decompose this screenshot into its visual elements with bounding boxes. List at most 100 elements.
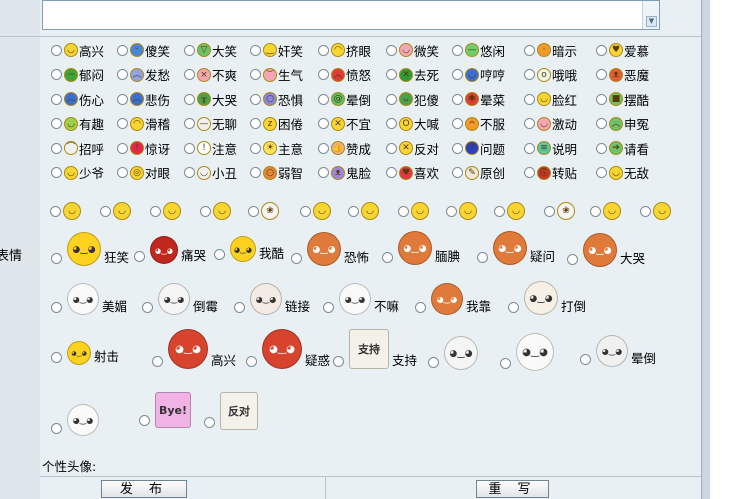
- emoticon-option-info[interactable]: ≡ 说明: [524, 138, 577, 158]
- emoticon-radio[interactable]: [386, 44, 397, 56]
- emoticon-radio[interactable]: [596, 93, 607, 105]
- emoji-radio[interactable]: [398, 205, 409, 217]
- emoticon-option-complain[interactable]: ︿ 申冤: [596, 114, 649, 134]
- big-emoticon-radio[interactable]: [51, 423, 62, 434]
- big-emoticon-radio[interactable]: [204, 417, 215, 428]
- emoticon-option-invincible[interactable]: ◡ 无敌: [596, 163, 649, 183]
- emoticon-radio[interactable]: [250, 93, 261, 105]
- big-emoticon-radio[interactable]: [428, 357, 439, 368]
- emoji-option[interactable]: ◡: [590, 201, 621, 221]
- emoticon-radio[interactable]: [596, 167, 607, 178]
- emoticon-option-gloomy[interactable]: ~ 郁闷: [51, 65, 104, 85]
- emoticon-option-oppose[interactable]: ✕ 反对: [386, 138, 439, 158]
- emoji-radio[interactable]: [494, 205, 505, 217]
- emoticon-option-cross-eyed[interactable]: ◎ 对眼: [117, 163, 170, 183]
- emoticon-radio[interactable]: [386, 69, 397, 80]
- emoticon-radio[interactable]: [318, 142, 329, 154]
- big-emoticon-radio[interactable]: [152, 356, 163, 367]
- big-emoticon-option[interactable]: ◕‿◕: [428, 336, 481, 370]
- emoticon-option-adore[interactable]: ♥ 爱慕: [596, 40, 649, 60]
- big-emoticon-radio[interactable]: [567, 254, 578, 265]
- emoticon-option-shout[interactable]: O 大喊: [386, 114, 439, 134]
- emoji-option[interactable]: ◡: [640, 201, 671, 221]
- emoticon-option-forbidden[interactable]: ✕ 不宜: [318, 114, 371, 134]
- big-emoticon-radio[interactable]: [508, 302, 519, 313]
- emoticon-radio[interactable]: [452, 93, 463, 105]
- emoticon-radio[interactable]: [117, 69, 128, 80]
- emoticon-radio[interactable]: [184, 44, 195, 56]
- emoticon-option-sleepy[interactable]: z 困倦: [250, 114, 303, 134]
- big-emoticon-option[interactable]: ◕‿◕ 大哭: [567, 233, 645, 267]
- emoticon-radio[interactable]: [596, 69, 607, 80]
- publish-button[interactable]: 发 布: [101, 480, 187, 498]
- emoticon-radio[interactable]: [318, 69, 329, 80]
- emoticon-option-cry[interactable]: ╥ 大哭: [184, 89, 237, 109]
- emoji-radio[interactable]: [446, 205, 457, 217]
- emoticon-option-wink[interactable]: ◠ 挤眼: [318, 40, 371, 60]
- emoji-option[interactable]: ◡: [398, 201, 429, 221]
- textarea-scrollbar[interactable]: ▼: [642, 1, 659, 29]
- emoji-option[interactable]: ◡: [200, 201, 231, 221]
- emoticon-radio[interactable]: [117, 167, 128, 178]
- emoji-radio[interactable]: [348, 205, 359, 217]
- big-emoticon-option[interactable]: ◕‿◕ 痛哭: [134, 236, 206, 264]
- big-emoticon-radio[interactable]: [142, 302, 153, 313]
- emoticon-radio[interactable]: [184, 142, 195, 154]
- big-emoticon-option[interactable]: ◕‿◕ 链接: [234, 283, 310, 315]
- big-emoticon-option[interactable]: ◕‿◕ 打倒: [508, 281, 586, 315]
- big-emoticon-option[interactable]: 反对: [204, 392, 261, 430]
- emoticon-radio[interactable]: [596, 142, 607, 154]
- emoticon-option-upset[interactable]: × 不爽: [184, 65, 237, 85]
- emoticon-option-faint[interactable]: @ 晕倒: [318, 89, 371, 109]
- big-emoticon-radio[interactable]: [139, 415, 150, 426]
- emoticon-option-clown[interactable]: ◡ 小丑: [184, 163, 237, 183]
- emoticon-option-fear[interactable]: ○ 恐惧: [250, 89, 303, 109]
- emoticon-option-arrow[interactable]: ➔ 请看: [596, 138, 649, 158]
- emoji-radio[interactable]: [150, 205, 161, 217]
- emoticon-radio[interactable]: [250, 167, 261, 178]
- emoticon-option-slight-smile[interactable]: ◡ 微笑: [386, 40, 439, 60]
- emoji-option[interactable]: ◡: [300, 201, 331, 221]
- emoji-option[interactable]: ❀: [248, 201, 279, 221]
- emoticon-option-defiant[interactable]: ᴖ 不服: [452, 114, 505, 134]
- emoticon-radio[interactable]: [250, 69, 261, 80]
- emoji-option[interactable]: ◡: [100, 201, 131, 221]
- big-emoticon-radio[interactable]: [415, 302, 426, 313]
- emoticon-option-relaxed[interactable]: — 悠闲: [452, 40, 505, 60]
- emoticon-radio[interactable]: [250, 44, 261, 56]
- emoticon-radio[interactable]: [524, 118, 535, 129]
- emoticon-radio[interactable]: [452, 44, 463, 56]
- big-emoticon-radio[interactable]: [580, 354, 591, 365]
- emoji-option[interactable]: ◡: [150, 201, 181, 221]
- emoticon-option-cool[interactable]: ■ 摆酷: [596, 89, 649, 109]
- emoticon-option-funny[interactable]: ◡ 有趣: [51, 114, 104, 134]
- scroll-down-icon[interactable]: ▼: [646, 16, 657, 27]
- emoticon-radio[interactable]: [318, 44, 329, 56]
- emoticon-radio[interactable]: [386, 93, 397, 105]
- emoticon-radio[interactable]: [117, 142, 128, 154]
- big-emoticon-option[interactable]: ◕‿◕ 恐怖: [291, 232, 369, 266]
- emoticon-radio[interactable]: [524, 69, 535, 80]
- emoticon-option-silly-face[interactable]: ○ 弱智: [250, 163, 303, 183]
- big-emoticon-option[interactable]: ◕‿◕ 狂笑: [51, 232, 129, 266]
- emoticon-radio[interactable]: [184, 93, 195, 105]
- emoticon-radio[interactable]: [596, 44, 607, 56]
- emoticon-radio[interactable]: [318, 118, 329, 129]
- emoticon-option-devil[interactable]: ᴥ 恶魔: [596, 65, 649, 85]
- emoji-radio[interactable]: [300, 205, 311, 217]
- emoticon-radio[interactable]: [250, 118, 261, 129]
- big-emoticon-radio[interactable]: [246, 356, 257, 367]
- big-emoticon-option[interactable]: ◕‿◕ 晕倒: [580, 335, 656, 367]
- big-emoticon-radio[interactable]: [291, 253, 302, 264]
- big-emoticon-radio[interactable]: [500, 358, 511, 369]
- emoticon-option-blush[interactable]: ◡ 脸红: [524, 89, 577, 109]
- emoticon-radio[interactable]: [386, 142, 397, 154]
- big-emoticon-option[interactable]: ◕‿◕ 腼腆: [382, 231, 460, 265]
- emoticon-radio[interactable]: [452, 118, 463, 129]
- emoticon-option-humph[interactable]: ◡ 哼哼: [452, 65, 505, 85]
- big-emoticon-option[interactable]: ◕‿◕ 疑问: [477, 231, 555, 265]
- emoticon-radio[interactable]: [524, 44, 535, 56]
- emoticon-option-smirk[interactable]: ‿ 奸笑: [250, 40, 303, 60]
- emoticon-option-laugh[interactable]: ▽ 大笑: [184, 40, 237, 60]
- emoticon-radio[interactable]: [524, 167, 535, 178]
